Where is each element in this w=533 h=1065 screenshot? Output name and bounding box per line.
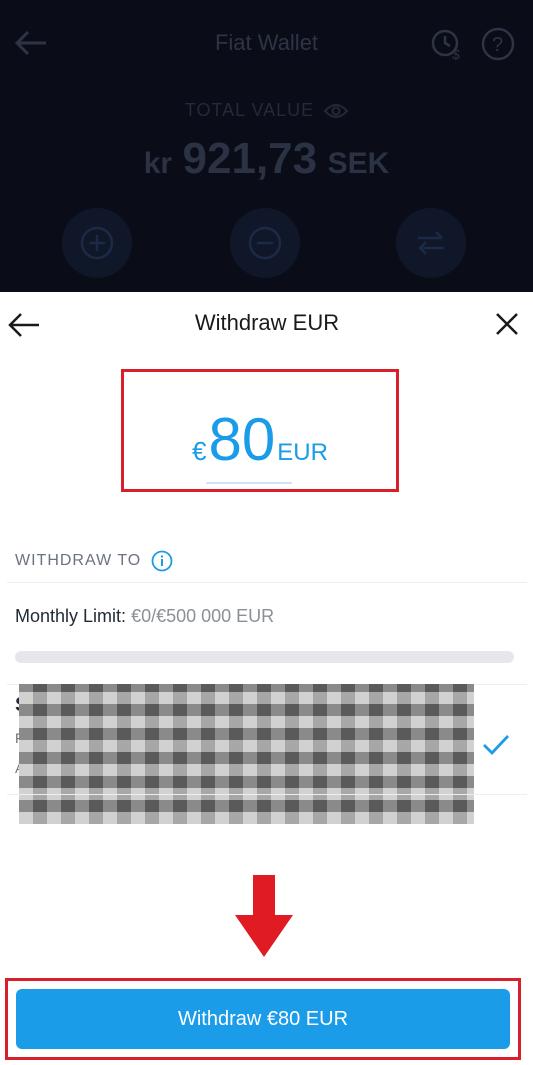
close-icon[interactable] bbox=[493, 310, 521, 338]
bank-account-option[interactable]: S F A bbox=[7, 684, 527, 824]
amount-symbol: € bbox=[192, 436, 207, 466]
total-value: kr 921,73 SEK bbox=[0, 134, 533, 184]
withdraw-button[interactable]: Withdraw €80 EUR bbox=[16, 989, 510, 1049]
question-icon: ? bbox=[481, 27, 515, 61]
eye-icon bbox=[324, 103, 349, 118]
minus-circle-icon bbox=[248, 226, 282, 260]
amount-highlight-box: € 80 EUR bbox=[121, 369, 399, 492]
withdraw-button-highlight: Withdraw €80 EUR bbox=[5, 978, 521, 1060]
plus-circle-icon bbox=[80, 226, 114, 260]
wallet-backdrop: Fiat Wallet $ ? TOTAL VALUE kr 921,73 SE… bbox=[0, 0, 533, 292]
red-arrow-down-icon bbox=[235, 875, 293, 957]
amount-value: 80 bbox=[208, 406, 276, 473]
amount-input[interactable]: € 80 EUR bbox=[124, 406, 396, 473]
add-button bbox=[62, 208, 132, 278]
monthly-limit: Monthly Limit: €0/€500 000 EUR bbox=[15, 606, 274, 627]
total-value-label: TOTAL VALUE bbox=[0, 100, 533, 121]
clock-dollar-icon: $ bbox=[431, 29, 460, 62]
withdraw-sheet: Withdraw EUR € 80 EUR WITHDRAW TO Monthl… bbox=[5, 292, 527, 1065]
divider bbox=[7, 794, 527, 795]
total-amount: 921,73 bbox=[182, 134, 318, 183]
svg-text:?: ? bbox=[492, 34, 503, 56]
redacted-account-details bbox=[19, 684, 474, 824]
amount-underline bbox=[206, 482, 292, 484]
transfer-arrows-icon bbox=[418, 231, 444, 255]
divider bbox=[7, 582, 527, 583]
check-icon bbox=[483, 735, 510, 756]
total-currency-code: SEK bbox=[327, 147, 390, 180]
remove-button bbox=[230, 208, 300, 278]
transfer-button bbox=[396, 208, 466, 278]
sheet-title: Withdraw EUR bbox=[194, 310, 340, 335]
monthly-limit-label: Monthly Limit: bbox=[15, 606, 127, 626]
amount-code: EUR bbox=[277, 439, 328, 466]
withdraw-to-label: WITHDRAW TO bbox=[15, 552, 142, 569]
total-label-text: TOTAL VALUE bbox=[184, 100, 315, 120]
screen: Fiat Wallet $ ? TOTAL VALUE kr 921,73 SE… bbox=[0, 0, 533, 1065]
monthly-limit-progress bbox=[15, 651, 514, 663]
svg-text:$: $ bbox=[452, 46, 460, 62]
info-icon[interactable] bbox=[151, 550, 173, 572]
monthly-limit-value: €0/€500 000 EUR bbox=[131, 606, 275, 626]
total-currency-prefix: kr bbox=[143, 147, 173, 180]
withdraw-to-section: WITHDRAW TO bbox=[15, 550, 173, 572]
